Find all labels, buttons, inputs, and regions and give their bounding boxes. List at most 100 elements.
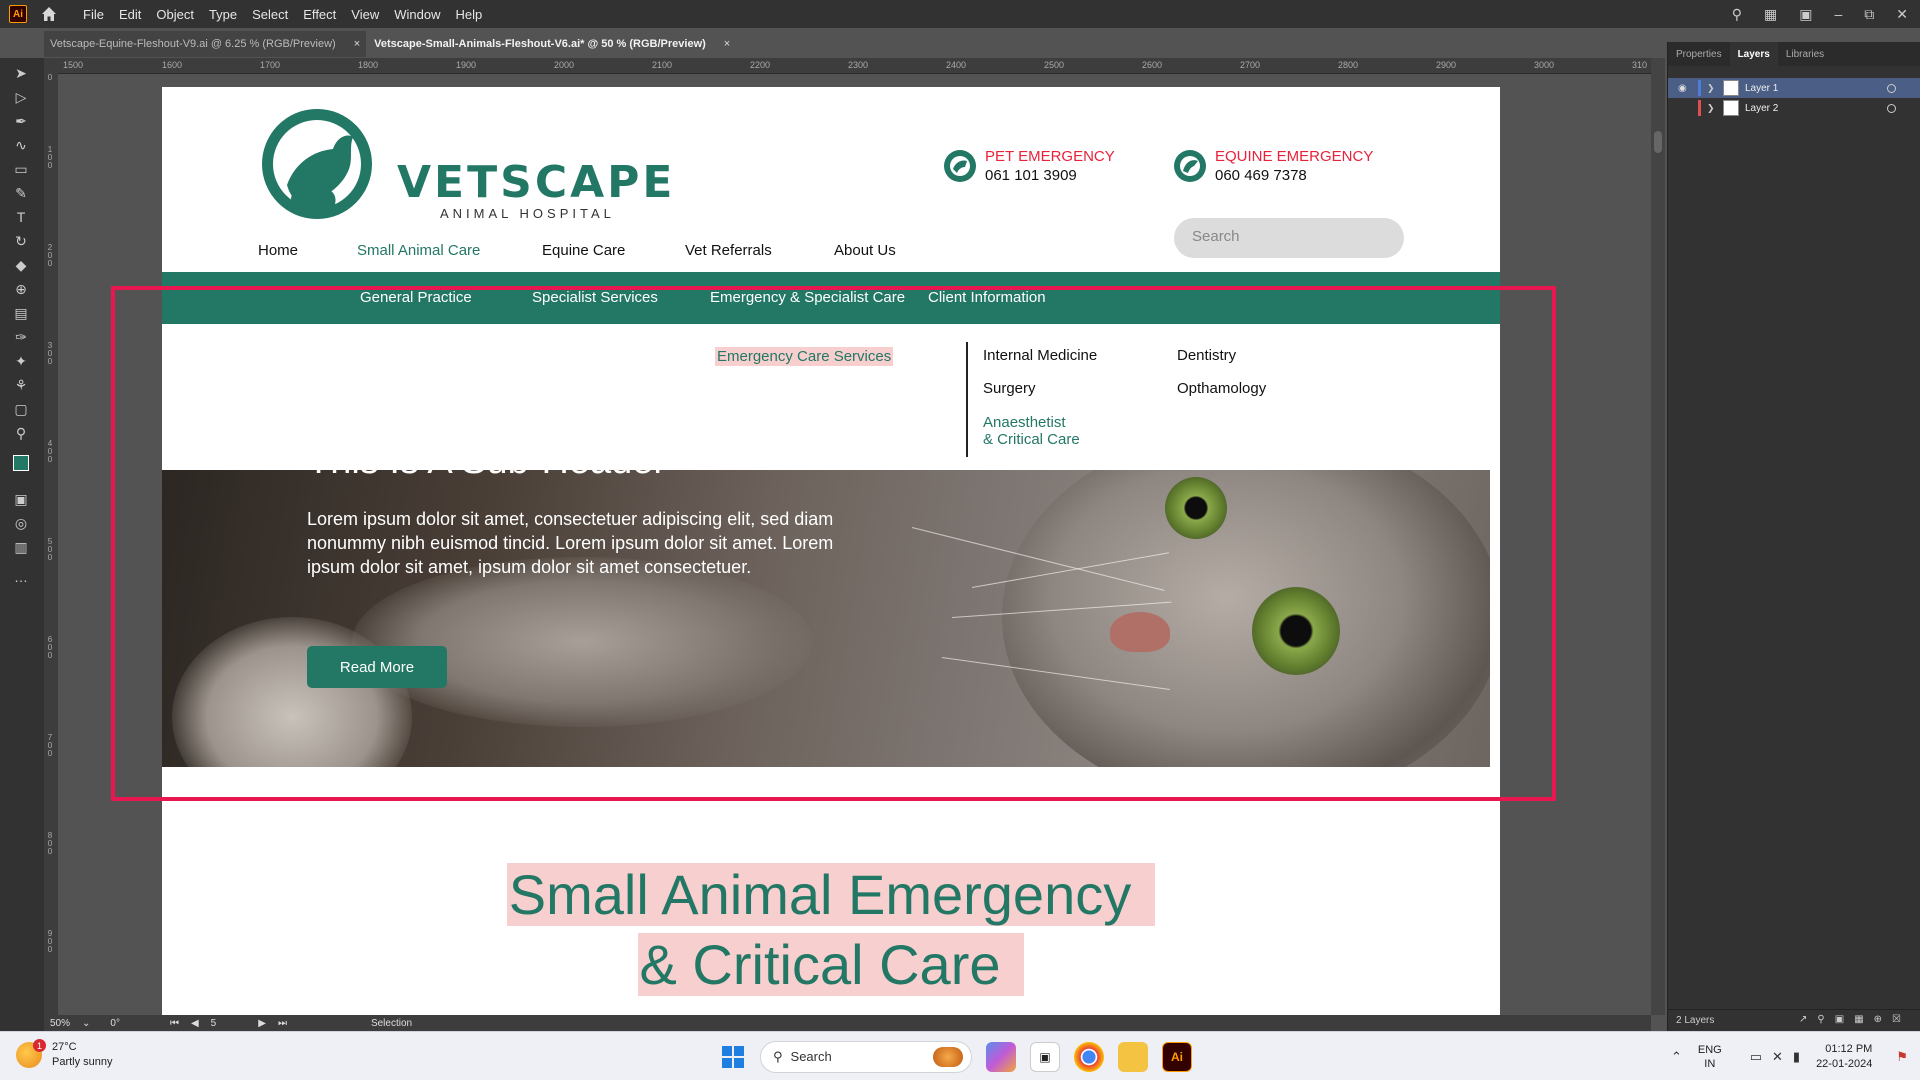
clock[interactable]: 01:12 PM 22-01-2024 <box>1816 1042 1872 1072</box>
screen-mode-icon[interactable]: ▥ <box>10 538 32 556</box>
vertical-scrollbar[interactable] <box>1651 58 1665 1015</box>
ruler-tick-label: 2800 <box>1338 60 1359 70</box>
close-tab-icon[interactable]: × <box>354 38 360 50</box>
menu-object[interactable]: Object <box>156 7 194 22</box>
draw-mode-icon[interactable]: ◎ <box>10 514 32 532</box>
site-search-input[interactable]: Search <box>1174 218 1404 258</box>
expand-arrow-icon[interactable]: ❯ <box>1707 103 1719 114</box>
file-explorer-pane-icon[interactable]: ▣ <box>1030 1041 1060 1072</box>
chevron-up-icon[interactable]: ⌃ <box>1671 1049 1682 1065</box>
tab-layers[interactable]: Layers <box>1729 42 1778 66</box>
layer-name[interactable]: Layer 2 <box>1745 103 1778 114</box>
rotate-tool-icon[interactable]: ↻ <box>10 232 32 250</box>
artboard-number[interactable]: 5 <box>211 1018 217 1029</box>
curvature-tool-icon[interactable]: ∿ <box>10 136 32 154</box>
paintbrush-tool-icon[interactable]: ✎ <box>10 184 32 202</box>
nav-home[interactable]: Home <box>258 242 298 259</box>
workspace-switcher-icon[interactable]: ▣ <box>1799 6 1812 23</box>
rectangle-tool-icon[interactable]: ▭ <box>10 160 32 178</box>
menu-edit[interactable]: Edit <box>119 7 141 22</box>
tab-label: Vetscape-Equine-Fleshout-V9.ai @ 6.25 % … <box>50 38 336 50</box>
gradient-tool-icon[interactable]: ▤ <box>10 304 32 322</box>
copilot-app-icon[interactable] <box>986 1041 1016 1072</box>
language-indicator[interactable]: ENG IN <box>1698 1043 1722 1071</box>
windows-start-icon[interactable] <box>722 1045 744 1068</box>
color-mode-icon[interactable]: ▣ <box>10 490 32 508</box>
notification-bell-icon[interactable]: ⚑ <box>1896 1049 1908 1065</box>
vertical-ruler[interactable]: 0 1 0 0 2 0 0 3 0 0 4 0 0 5 0 0 6 0 0 7 … <box>44 58 58 1015</box>
restore-icon[interactable]: ⧉ <box>1864 6 1874 23</box>
last-artboard-icon[interactable]: ⏭ <box>278 1018 287 1029</box>
nav-equine-care[interactable]: Equine Care <box>542 242 625 259</box>
nav-small-animal-care[interactable]: Small Animal Care <box>357 242 480 259</box>
scroll-thumb[interactable] <box>1654 131 1662 153</box>
zoom-tool-icon[interactable]: ⚲ <box>10 424 32 442</box>
prev-artboard-icon[interactable]: ◀ <box>191 1018 199 1029</box>
puppet-warp-tool-icon[interactable]: ✦ <box>10 352 32 370</box>
equine-emergency-label: EQUINE EMERGENCY <box>1215 148 1374 165</box>
battery-icon[interactable]: ▮ <box>1793 1049 1800 1065</box>
close-window-icon[interactable]: ✕ <box>1896 6 1908 23</box>
taskbar-search-label: Search <box>790 1049 832 1064</box>
layer-row-layer-1[interactable]: ◉ ❯ Layer 1 <box>1668 78 1920 98</box>
pet-emergency[interactable]: PET EMERGENCY 061 101 3909 <box>943 147 1115 185</box>
horizontal-ruler[interactable]: 1500 1600 1700 1800 1900 2000 2100 2200 … <box>58 58 1651 74</box>
next-artboard-icon[interactable]: ▶ <box>258 1018 266 1029</box>
display-icon[interactable]: ▭ <box>1750 1049 1762 1065</box>
search-icon[interactable]: ⚲ <box>1732 6 1742 23</box>
expand-arrow-icon[interactable]: ❯ <box>1707 83 1719 94</box>
layer-target-icon[interactable] <box>1887 103 1896 113</box>
menu-view[interactable]: View <box>351 7 379 22</box>
menu-select[interactable]: Select <box>252 7 288 22</box>
tab-properties[interactable]: Properties <box>1668 42 1730 66</box>
tab-small-animals-fleshout[interactable]: Vetscape-Small-Animals-Fleshout-V6.ai* @… <box>368 31 737 57</box>
zoom-level[interactable]: 50% <box>50 1018 70 1029</box>
layer-name[interactable]: Layer 1 <box>1745 83 1778 94</box>
nav-vet-referrals[interactable]: Vet Referrals <box>685 242 772 259</box>
illustrator-app-icon[interactable]: Ai <box>1162 1041 1192 1072</box>
fill-stroke-swatch-icon[interactable] <box>10 454 32 472</box>
more-tools-icon[interactable]: … <box>10 568 32 586</box>
menu-window[interactable]: Window <box>394 7 440 22</box>
direct-selection-tool-icon[interactable]: ▷ <box>10 88 32 106</box>
minimize-icon[interactable]: – <box>1834 6 1842 22</box>
equine-emergency[interactable]: EQUINE EMERGENCY 060 469 7378 <box>1173 147 1373 185</box>
menu-file[interactable]: File <box>83 7 104 22</box>
arrange-documents-icon[interactable]: ▦ <box>1764 6 1777 23</box>
menu-type[interactable]: Type <box>209 7 237 22</box>
close-tab-icon[interactable]: × <box>724 38 730 50</box>
nav-about-us[interactable]: About Us <box>834 242 896 259</box>
pen-tool-icon[interactable]: ✒ <box>10 112 32 130</box>
chevron-down-icon[interactable]: ⌄ <box>82 1018 90 1029</box>
tools-panel: ➤ ▷ ✒ ∿ ▭ ✎ T ↻ ◆ ⊕ ▤ ✑ ✦ ⚘ ▢ ⚲ ▣ ◎ ▥ … <box>0 58 44 1031</box>
ruler-tick-label: 0 <box>47 73 53 82</box>
rotation-value[interactable]: 0° <box>110 1018 120 1029</box>
ruler-tick-label: 8 0 0 <box>47 831 53 856</box>
vetscape-logo-icon <box>262 109 372 219</box>
weather-widget[interactable]: 1 27°C Partly sunny <box>16 1039 113 1070</box>
layer-target-icon[interactable] <box>1887 83 1896 93</box>
selection-tool-icon[interactable]: ➤ <box>10 64 32 82</box>
shape-builder-tool-icon[interactable]: ⊕ <box>10 280 32 298</box>
file-explorer-icon[interactable] <box>1118 1041 1148 1072</box>
taskbar-search[interactable]: ⚲ Search <box>760 1040 972 1073</box>
ruler-tick-label: 1600 <box>162 60 183 70</box>
first-artboard-icon[interactable]: ⏮ <box>170 1018 179 1029</box>
eraser-tool-icon[interactable]: ◆ <box>10 256 32 274</box>
tab-libraries[interactable]: Libraries <box>1778 42 1832 66</box>
tab-equine-fleshout[interactable]: Vetscape-Equine-Fleshout-V9.ai @ 6.25 % … <box>44 31 367 57</box>
eyedropper-tool-icon[interactable]: ✑ <box>10 328 32 346</box>
layer-row-layer-2[interactable]: ❯ Layer 2 <box>1668 98 1920 118</box>
layer-actions-icons[interactable]: ↗⚲▣▦⊕☒ <box>1799 1014 1911 1025</box>
volume-muted-icon[interactable]: ✕ <box>1772 1049 1783 1065</box>
type-tool-icon[interactable]: T <box>10 208 32 226</box>
menu-effect[interactable]: Effect <box>303 7 336 22</box>
artboard-tool-icon[interactable]: ▢ <box>10 400 32 418</box>
chrome-app-icon[interactable] <box>1074 1041 1104 1072</box>
highlight-rectangle[interactable] <box>111 286 1556 801</box>
menu-help[interactable]: Help <box>455 7 482 22</box>
section-heading-line-1: Small Animal Emergency <box>162 862 1500 928</box>
symbol-sprayer-tool-icon[interactable]: ⚘ <box>10 376 32 394</box>
home-icon[interactable] <box>39 4 59 24</box>
visibility-eye-icon[interactable]: ◉ <box>1678 83 1694 94</box>
